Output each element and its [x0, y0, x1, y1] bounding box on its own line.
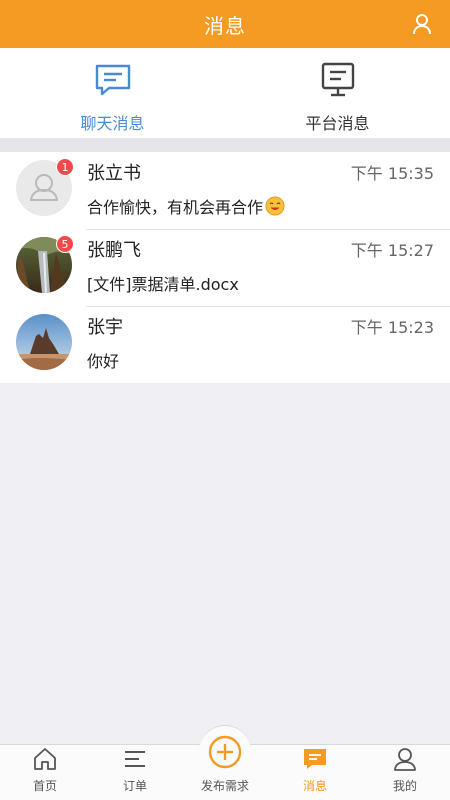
profile-icon	[391, 745, 419, 773]
nav-label: 订单	[122, 779, 147, 793]
last-message: 你好	[87, 352, 120, 371]
nav-messages[interactable]: 消息	[270, 745, 360, 800]
nav-orders[interactable]: 订单	[90, 745, 180, 800]
nav-home[interactable]: 首页	[0, 745, 90, 800]
conversation-list: 1 张立书 下午 15:35 合作愉快，有机会再合作 5 张鹏飞 下午 15:2…	[0, 152, 450, 383]
message-time: 下午 15:23	[350, 318, 434, 337]
unread-badge: 5	[56, 235, 74, 253]
smiley-emoji-icon	[265, 196, 285, 216]
contact-name: 张宇	[87, 317, 123, 338]
chat-icon	[93, 60, 133, 100]
message-time: 下午 15:35	[350, 164, 434, 183]
list-icon	[121, 745, 149, 773]
tab-label: 平台消息	[305, 114, 370, 133]
tab-label: 聊天消息	[80, 114, 145, 133]
monitor-icon	[318, 60, 358, 100]
home-icon	[31, 745, 59, 773]
conversation-item[interactable]: 5 张鹏飞 下午 15:27 [文件]票据清单.docx	[0, 229, 450, 306]
conversation-item[interactable]: 1 张立书 下午 15:35 合作愉快，有机会再合作	[0, 152, 450, 229]
nav-label: 发布需求	[200, 779, 249, 793]
avatar	[16, 314, 72, 370]
nav-label: 首页	[32, 779, 57, 793]
rock-photo-icon	[16, 314, 72, 370]
message-time: 下午 15:27	[350, 241, 434, 260]
user-icon[interactable]	[410, 12, 434, 36]
last-message: [文件]票据清单.docx	[87, 275, 239, 294]
nav-label: 消息	[302, 779, 327, 793]
tab-chat-messages[interactable]: 聊天消息	[0, 48, 225, 138]
nav-label: 我的	[392, 779, 417, 793]
message-icon	[301, 745, 329, 773]
conversation-item[interactable]: 张宇 下午 15:23 你好	[0, 306, 450, 383]
bottom-navigation: 首页 订单 发布需求 消息 我的	[0, 725, 450, 800]
message-type-tabs: 聊天消息 平台消息	[0, 48, 450, 138]
plus-circle-icon	[199, 725, 251, 777]
unread-badge: 1	[56, 158, 74, 176]
top-bar: 消息	[0, 0, 450, 48]
nav-publish[interactable]: 发布需求	[180, 725, 270, 800]
tab-platform-messages[interactable]: 平台消息	[225, 48, 450, 138]
page-title: 消息	[204, 13, 246, 38]
nav-profile[interactable]: 我的	[360, 745, 450, 800]
contact-name: 张鹏飞	[87, 240, 141, 261]
section-divider	[0, 138, 450, 152]
contact-name: 张立书	[87, 163, 141, 184]
last-message: 合作愉快，有机会再合作	[87, 198, 264, 217]
